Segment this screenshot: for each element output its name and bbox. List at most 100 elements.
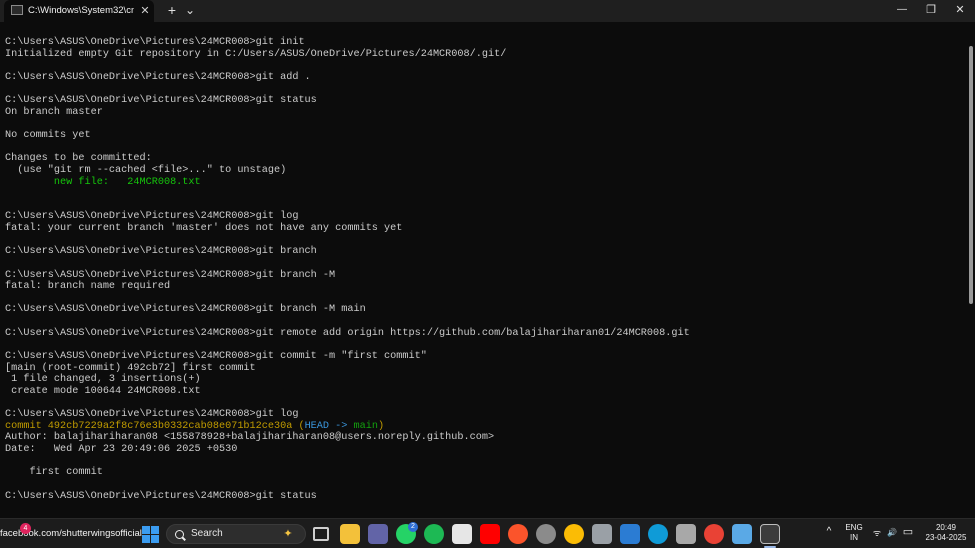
restore-button[interactable]: ❐	[918, 0, 944, 22]
terminal-line: C:\Users\ASUS\OneDrive\Pictures\24MCR008…	[5, 37, 305, 49]
wifi-icon[interactable]: ᯤ	[871, 528, 883, 540]
terminal-line: 1 file changed, 3 insertions(+)	[5, 374, 201, 386]
search-label: Search	[191, 528, 223, 539]
terminal-line: No commits yet	[5, 130, 91, 142]
show-hidden-icons-chevron[interactable]: ^	[822, 527, 836, 539]
terminal-text-segment: C:\Users\ASUS\OneDrive\Pictures\24MCR008…	[5, 327, 690, 339]
minimize-button[interactable]: —	[888, 0, 916, 22]
terminal-line: C:\Users\ASUS\OneDrive\Pictures\24MCR008…	[5, 246, 317, 258]
terminal-line: On branch master	[5, 107, 103, 119]
terminal-line: C:\Users\ASUS\OneDrive\Pictures\24MCR008…	[5, 328, 690, 340]
terminal-line: Initialized empty Git repository in C:/U…	[5, 49, 506, 61]
terminal-line: commit 492cb7229a2f8c76e3b0332cab08e071b…	[5, 421, 384, 433]
scrollbar-thumb[interactable]	[969, 46, 973, 304]
task-view-icon[interactable]	[313, 527, 329, 541]
terminal-text-segment: C:\Users\ASUS\OneDrive\Pictures\24MCR008…	[5, 304, 366, 316]
new-tab-button[interactable]: +	[164, 0, 180, 22]
terminal-text-segment: (use "git rm --cached <file>..." to unst…	[5, 164, 287, 176]
news-badge: 4	[20, 523, 31, 534]
notepad-icon[interactable]	[732, 524, 752, 544]
chrome-profile-icon[interactable]	[704, 524, 724, 544]
terminal-line: [main (root-commit) 492cb72] first commi…	[5, 363, 256, 375]
terminal-text-segment: new file: 24MCR008.txt	[5, 176, 201, 188]
terminal-text-segment: fatal: your current branch 'master' does…	[5, 223, 403, 235]
terminal-text-segment: C:\Users\ASUS\OneDrive\Pictures\24MCR008…	[5, 269, 336, 281]
terminal-line: new file: 24MCR008.txt	[5, 177, 201, 189]
terminal-text-segment: C:\Users\ASUS\OneDrive\Pictures\24MCR008…	[5, 490, 317, 502]
microsoft-store-icon[interactable]	[452, 524, 472, 544]
terminal-line: create mode 100644 24MCR008.txt	[5, 386, 201, 398]
terminal-text-segment: C:\Users\ASUS\OneDrive\Pictures\24MCR008…	[5, 246, 317, 258]
language-indicator[interactable]: ENG IN	[842, 523, 866, 545]
terminal-line: C:\Users\ASUS\OneDrive\Pictures\24MCR008…	[5, 491, 317, 503]
terminal-text-segment: Changes to be committed:	[5, 153, 152, 165]
language-region: IN	[850, 533, 858, 542]
tab-title: C:\Windows\System32\cmd.e	[28, 5, 134, 16]
title-bar: C:\Windows\System32\cmd.e ✕ + ⌄ — ❐ ✕	[0, 0, 975, 22]
terminal-text-segment: C:\Users\ASUS\OneDrive\Pictures\24MCR008…	[5, 351, 427, 362]
teams-icon[interactable]	[368, 524, 388, 544]
terminal-text-segment: first commit	[5, 467, 103, 479]
app-badge: 2	[408, 522, 418, 532]
terminal-line: C:\Users\ASUS\OneDrive\Pictures\24MCR008…	[5, 72, 311, 84]
start-icon[interactable]	[140, 524, 160, 544]
clock-time: 20:49	[935, 523, 957, 532]
terminal-text-segment: [main (root-commit) 492cb72] first commi…	[5, 362, 256, 374]
terminal-line: C:\Users\ASUS\OneDrive\Pictures\24MCR008…	[5, 270, 335, 282]
terminal-text-segment: fatal: branch name required	[5, 281, 171, 293]
terminal-text-segment: HEAD ->	[304, 420, 354, 432]
terminal-line: fatal: branch name required	[5, 281, 170, 293]
terminal-window-icon[interactable]	[592, 524, 612, 544]
window-close-button[interactable]: ✕	[946, 0, 974, 22]
terminal-text-segment: commit 492cb7229a2f8c76e3b0332cab08e071b…	[5, 420, 305, 432]
media-player-icon[interactable]	[536, 524, 556, 544]
terminal-line: (use "git rm --cached <file>..." to unst…	[5, 165, 286, 177]
terminal-line: C:\Users\ASUS\OneDrive\Pictures\24MCR008…	[5, 211, 298, 223]
search-icon	[175, 530, 184, 539]
settings-icon[interactable]	[676, 524, 696, 544]
search-bar[interactable]: Search ✦	[166, 524, 306, 544]
terminal-line: C:\Users\ASUS\OneDrive\Pictures\24MCR008…	[5, 95, 317, 107]
volume-icon[interactable]: 🔊	[885, 528, 899, 540]
terminal-text-segment: Author: balajihariharan08 <155878928+bal…	[5, 432, 495, 444]
terminal-line: fatal: your current branch 'master' does…	[5, 223, 402, 235]
terminal-text-segment: C:\Users\ASUS\OneDrive\Pictures\24MCR008…	[5, 409, 299, 421]
terminal-text-segment: No commits yet	[5, 130, 91, 142]
terminal-text-segment: C:\Users\ASUS\OneDrive\Pictures\24MCR008…	[5, 211, 299, 223]
terminal-line: first commit	[5, 467, 103, 479]
clock[interactable]: 20:49 23-04-2025	[920, 523, 972, 545]
terminal-text-segment: main	[353, 420, 378, 432]
file-explorer-icon[interactable]	[340, 524, 360, 544]
clock-date: 23-04-2025	[925, 533, 967, 542]
terminal-text-segment: C:\Users\ASUS\OneDrive\Pictures\24MCR008…	[5, 95, 317, 107]
copilot-icon[interactable]: ✦	[277, 527, 299, 541]
terminal-line: C:\Users\ASUS\OneDrive\Pictures\24MCR008…	[5, 304, 366, 316]
terminal-output[interactable]: C:\Users\ASUS\OneDrive\Pictures\24MCR008…	[0, 22, 965, 518]
terminal-text-segment: 1 file changed, 3 insertions(+)	[5, 374, 201, 386]
tab-dropdown-button[interactable]: ⌄	[182, 0, 198, 22]
language-code: ENG	[845, 523, 863, 532]
terminal-tab[interactable]: C:\Windows\System32\cmd.e ✕	[4, 0, 154, 22]
terminal-text-segment: Initialized empty Git repository in C:/U…	[5, 48, 507, 60]
spotify-icon[interactable]	[424, 524, 444, 544]
cmd-tab-icon	[11, 5, 23, 15]
command-prompt-icon[interactable]	[760, 524, 780, 544]
terminal-text-segment: )	[377, 420, 385, 432]
terminal-line: Changes to be committed:	[5, 153, 152, 165]
word-icon[interactable]	[620, 524, 640, 544]
chrome-icon[interactable]	[564, 524, 584, 544]
youtube-icon[interactable]	[480, 524, 500, 544]
terminal-text-segment: C:\Users\ASUS\OneDrive\Pictures\24MCR008…	[5, 37, 305, 48]
taskbar: facebook.com/shutterwingsofficial 4 Sear…	[0, 518, 975, 548]
brave-icon[interactable]	[508, 524, 528, 544]
terminal-line: C:\Users\ASUS\OneDrive\Pictures\24MCR008…	[5, 351, 427, 363]
terminal-line: Author: balajihariharan08 <155878928+bal…	[5, 432, 494, 444]
terminal-text-segment: create mode 100644 24MCR008.txt	[5, 385, 201, 397]
terminal-text-segment: On branch master	[5, 106, 103, 118]
terminal-line: C:\Users\ASUS\OneDrive\Pictures\24MCR008…	[5, 409, 298, 421]
terminal-text-segment: C:\Users\ASUS\OneDrive\Pictures\24MCR008…	[5, 71, 311, 83]
terminal-line: Date: Wed Apr 23 20:49:06 2025 +0530	[5, 444, 237, 456]
edge-icon[interactable]	[648, 524, 668, 544]
battery-icon[interactable]: ▭	[901, 527, 915, 539]
tab-close-button[interactable]: ✕	[138, 3, 152, 19]
